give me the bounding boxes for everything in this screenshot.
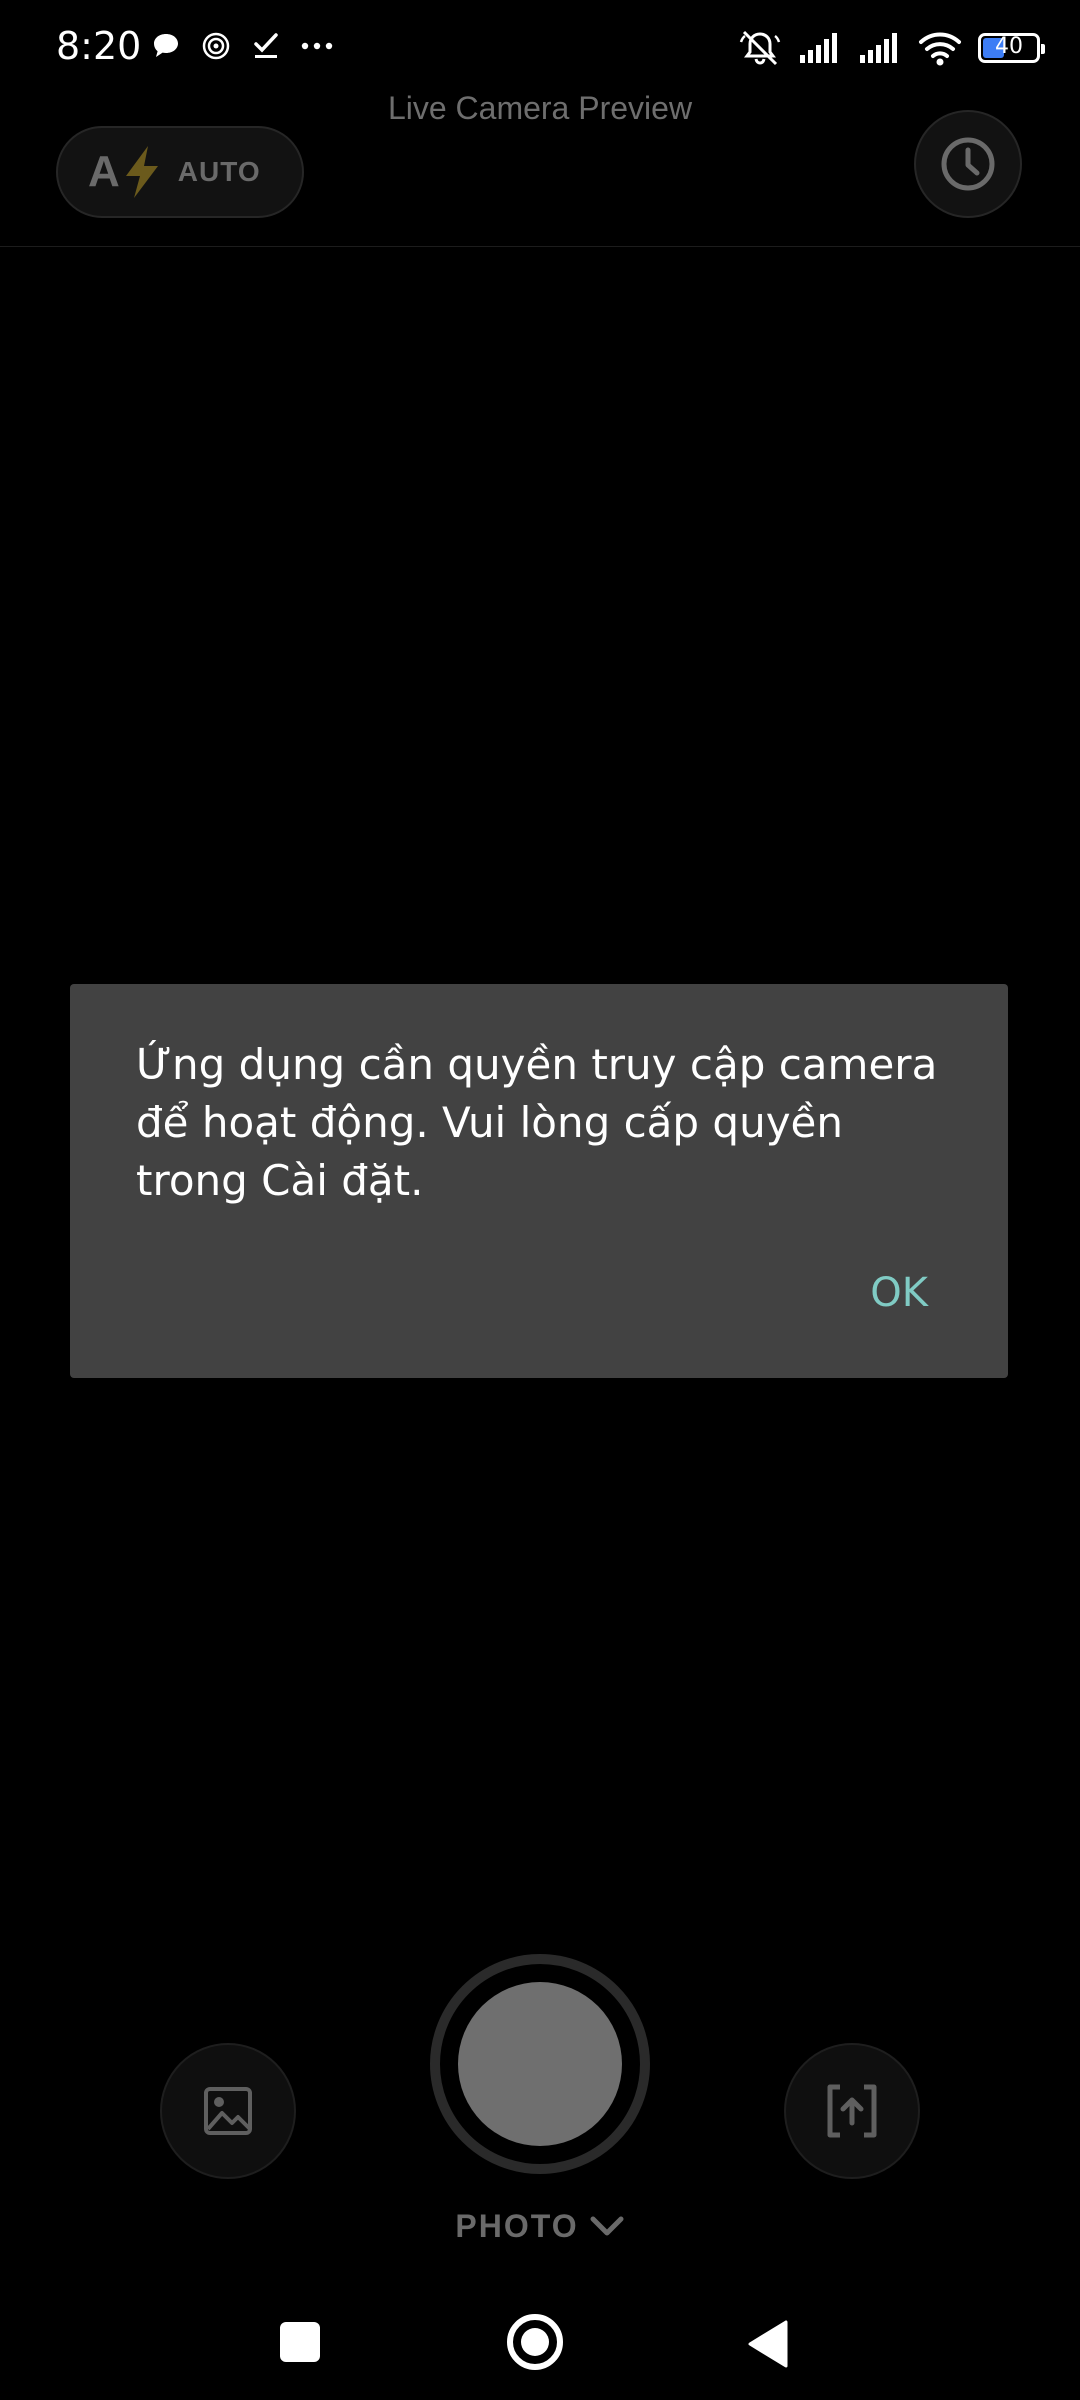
flash-mode-label: AUTO bbox=[177, 156, 261, 187]
spiral-icon bbox=[202, 32, 230, 60]
switch-camera-button[interactable] bbox=[784, 2043, 920, 2179]
recents-icon[interactable] bbox=[280, 2322, 320, 2362]
chat-bubble-icon bbox=[154, 34, 178, 57]
signal-bars-icon bbox=[860, 33, 897, 63]
chevron-down-icon bbox=[590, 2216, 624, 2235]
flash-mode-letter: A bbox=[88, 147, 120, 196]
mode-selector[interactable]: PHOTO bbox=[0, 2208, 1080, 2245]
battery-icon: 40 bbox=[978, 33, 1045, 63]
dialog-message: Ứng dụng cần quyền truy cập camera để ho… bbox=[136, 1040, 938, 1205]
gallery-button[interactable] bbox=[160, 2043, 296, 2179]
status-bar: 8:20 40 bbox=[0, 0, 1080, 100]
more-dots-icon bbox=[301, 42, 333, 50]
status-icons-left bbox=[150, 30, 334, 62]
back-icon[interactable] bbox=[746, 2318, 790, 2370]
check-icon bbox=[254, 33, 278, 58]
wifi-icon bbox=[919, 32, 961, 66]
status-time: 8:20 bbox=[56, 24, 142, 68]
mode-label: PHOTO bbox=[455, 2208, 579, 2244]
muted-bell-icon bbox=[739, 30, 781, 66]
home-icon[interactable] bbox=[507, 2314, 563, 2370]
signal-bars-icon bbox=[800, 33, 837, 63]
camera-permission-dialog: Ứng dụng cần quyền truy cập camera để ho… bbox=[70, 984, 1008, 1378]
clock-icon bbox=[941, 137, 995, 191]
navigation-bar bbox=[0, 2290, 1080, 2400]
shutter-inner bbox=[458, 1982, 622, 2146]
flash-mode-button[interactable]: A AUTO bbox=[56, 126, 304, 218]
home-icon-dot bbox=[521, 2328, 549, 2356]
shutter-button[interactable] bbox=[430, 1954, 650, 2174]
ok-button[interactable]: OK bbox=[870, 1270, 928, 1316]
lightning-bolt-icon bbox=[122, 144, 162, 200]
status-icons-right: 40 bbox=[738, 28, 1045, 68]
camera-screen: 8:20 40 Live Camera Preview A AUTO Ứng d… bbox=[0, 0, 1080, 2400]
preview-label: Live Camera Preview bbox=[387, 90, 693, 126]
history-button[interactable] bbox=[914, 110, 1022, 218]
image-icon bbox=[204, 2087, 252, 2135]
battery-level: 40 bbox=[995, 34, 1023, 59]
switch-camera-icon bbox=[827, 2084, 877, 2138]
